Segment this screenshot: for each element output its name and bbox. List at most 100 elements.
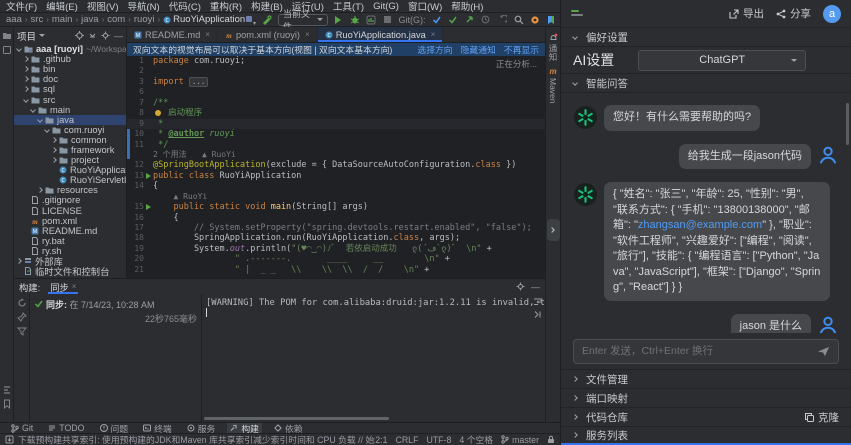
wrench-icon[interactable] — [262, 14, 273, 26]
tree-item-common[interactable]: common — [14, 135, 126, 145]
close-icon[interactable]: × — [431, 30, 436, 39]
tooltab-build[interactable]: 构建 — [227, 423, 262, 434]
menu-item-6[interactable]: 构建(B) — [251, 0, 283, 13]
tooltab-git[interactable]: Git — [8, 423, 36, 434]
project-tool-icon[interactable] — [2, 31, 12, 41]
menu-item-2[interactable]: 视图(V) — [87, 0, 119, 13]
tree-chevron[interactable] — [51, 157, 57, 163]
tab-pom.xml-ruoyi-[interactable]: mpom.xml (ruoyi)× — [218, 27, 318, 42]
tree-item-resources[interactable]: resources — [14, 185, 126, 195]
model-select[interactable]: ChatGPT — [638, 50, 806, 71]
tree-item-RuoYiApplication[interactable]: CRuoYiApplication — [14, 165, 126, 175]
code-editor[interactable]: 1package com.ruoyi;23import ...67/**8 启动… — [127, 56, 545, 278]
rollback-button[interactable] — [496, 14, 507, 26]
tree-item-project[interactable]: project — [14, 155, 126, 165]
maven-tool-item[interactable]: m Maven — [548, 67, 558, 104]
tab-RuoYiApplication.java[interactable]: CRuoYiApplication.java× — [318, 27, 444, 42]
soft-wrap-icon[interactable] — [533, 297, 542, 306]
tree-item-com.ruoyi[interactable]: com.ruoyi — [14, 125, 126, 135]
settings-gear-icon[interactable] — [529, 14, 540, 26]
breadcrumb-item-3[interactable]: java — [81, 14, 98, 25]
tooltab-dependencies[interactable]: 依赖 — [271, 423, 306, 434]
tree-item-RuoYiServletInitiali[interactable]: CRuoYiServletInitiali — [14, 175, 126, 185]
menu-item-0[interactable]: 文件(F) — [6, 0, 37, 13]
build-console[interactable]: [WARNING] The POM for com.alibaba:druid:… — [202, 294, 545, 423]
menu-item-8[interactable]: 工具(T) — [333, 0, 364, 13]
breadcrumb-item-0[interactable]: aaa — [6, 14, 22, 25]
profiler-button[interactable] — [366, 14, 377, 26]
tree-chevron[interactable] — [23, 56, 29, 62]
banner-link-1[interactable]: 隐藏通知 — [461, 43, 496, 56]
chat-bubble[interactable]: 您好！有什么需要帮助的吗? — [604, 105, 760, 131]
run-gutter-icon[interactable] — [146, 173, 151, 179]
tree-item-java[interactable]: java — [14, 115, 126, 125]
breadcrumb-item-4[interactable]: com — [107, 14, 125, 25]
debug-button[interactable] — [349, 14, 360, 26]
menu-item-4[interactable]: 代码(C) — [169, 0, 201, 13]
chat-bubble[interactable]: jason 是什么 — [731, 314, 811, 334]
tree-item-src[interactable]: src — [14, 94, 126, 104]
tree-item-README.md[interactable]: MREADME.md — [14, 226, 126, 236]
menu-item-1[interactable]: 编辑(E) — [46, 0, 78, 13]
gutter-slot[interactable] — [144, 173, 153, 179]
bookmarks-tool-icon[interactable] — [2, 399, 12, 409]
tree-chevron[interactable] — [51, 137, 57, 143]
tooltab-terminal[interactable]: 终端 — [140, 423, 175, 434]
chat-bubble[interactable]: 给我生成一段jason代码 — [679, 144, 811, 170]
tree-chevron[interactable] — [30, 107, 36, 113]
ai-section-3[interactable]: 服务列表 — [561, 426, 851, 445]
caret-position[interactable]: 2:1 — [375, 435, 387, 445]
banner-link-0[interactable]: 选择方向 — [417, 43, 452, 56]
status-message[interactable]: 下载预构建共享索引: 使用预构建的JDK和Maven 库共享索引减少索引时间和 … — [5, 433, 375, 445]
history-button[interactable] — [480, 14, 491, 26]
pin-icon[interactable] — [17, 312, 27, 322]
file-encoding[interactable]: UTF-8 — [426, 435, 451, 445]
tree-item-pom.xml[interactable]: mpom.xml — [14, 216, 126, 226]
structure-tool-icon[interactable] — [2, 385, 12, 395]
breadcrumb-item-6[interactable]: CRuoYiApplication — [163, 14, 245, 25]
horizontal-scrollbar[interactable] — [204, 417, 389, 420]
tree-chevron[interactable] — [23, 66, 29, 72]
tree-item-外部库[interactable]: 外部库 — [14, 256, 126, 266]
hide-panel-icon[interactable]: — — [531, 282, 540, 292]
tree-item-aaa-ruoyi-[interactable]: aaa [ruoyi]~/Workspace/aaa — [14, 44, 126, 54]
tooltab-todo[interactable]: TODO — [45, 423, 87, 434]
tooltab-problems[interactable]: 问题 — [97, 423, 132, 434]
ai-section-2[interactable]: 代码仓库克隆 — [561, 407, 851, 426]
tree-item-doc[interactable]: doc — [14, 74, 126, 84]
tree-chevron[interactable] — [37, 117, 43, 123]
banner-link-2[interactable]: 不再显示 — [504, 43, 539, 56]
chat-bubble[interactable]: { "姓名": "张三", "年龄": 25, "性别": "男", "联系方式… — [604, 182, 830, 301]
collapse-all-icon[interactable] — [88, 31, 97, 40]
scroll-to-end-icon[interactable] — [533, 310, 542, 319]
line-separator[interactable]: CRLF — [395, 435, 418, 445]
menu-item-3[interactable]: 导航(N) — [127, 0, 159, 13]
export-button[interactable]: 导出 — [729, 6, 764, 21]
tree-chevron[interactable] — [23, 76, 29, 82]
tree-item-bin[interactable]: bin — [14, 64, 126, 74]
tab-README.md[interactable]: MREADME.md× — [127, 27, 218, 42]
hide-panel-icon[interactable]: — — [114, 31, 123, 41]
menu-icon[interactable] — [571, 9, 585, 19]
project-panel-header[interactable]: 项目 — — [14, 27, 126, 44]
ai-section-1[interactable]: 端口映射 — [561, 388, 851, 407]
intention-bulb-icon[interactable] — [155, 110, 161, 116]
stop-button[interactable] — [382, 14, 393, 26]
locate-file-icon[interactable] — [75, 31, 84, 40]
sync-status-pane[interactable]: 同步: 在 7/14/23, 10:28 AM 22秒765毫秒 — [30, 294, 202, 423]
chat-input-box[interactable] — [573, 339, 839, 364]
menu-item-9[interactable]: Git(G) — [373, 1, 399, 12]
tree-item-.gitignore[interactable]: .gitignore — [14, 195, 126, 205]
clone-button[interactable]: 克隆 — [805, 410, 839, 425]
send-icon[interactable] — [817, 346, 830, 357]
tree-item-ry.sh[interactable]: ry.sh — [14, 246, 126, 256]
tree-chevron[interactable] — [44, 127, 50, 133]
gutter-slot[interactable] — [144, 204, 153, 210]
tooltab-services[interactable]: 服务 — [184, 423, 219, 434]
menu-item-11[interactable]: 帮助(H) — [451, 0, 483, 13]
chat-input[interactable] — [582, 345, 811, 357]
tree-item-.github[interactable]: .github — [14, 54, 126, 64]
tree-chevron[interactable] — [23, 97, 29, 103]
run-button[interactable] — [333, 14, 344, 26]
tree-item-临时文件和控制台[interactable]: 临时文件和控制台 — [14, 266, 126, 276]
